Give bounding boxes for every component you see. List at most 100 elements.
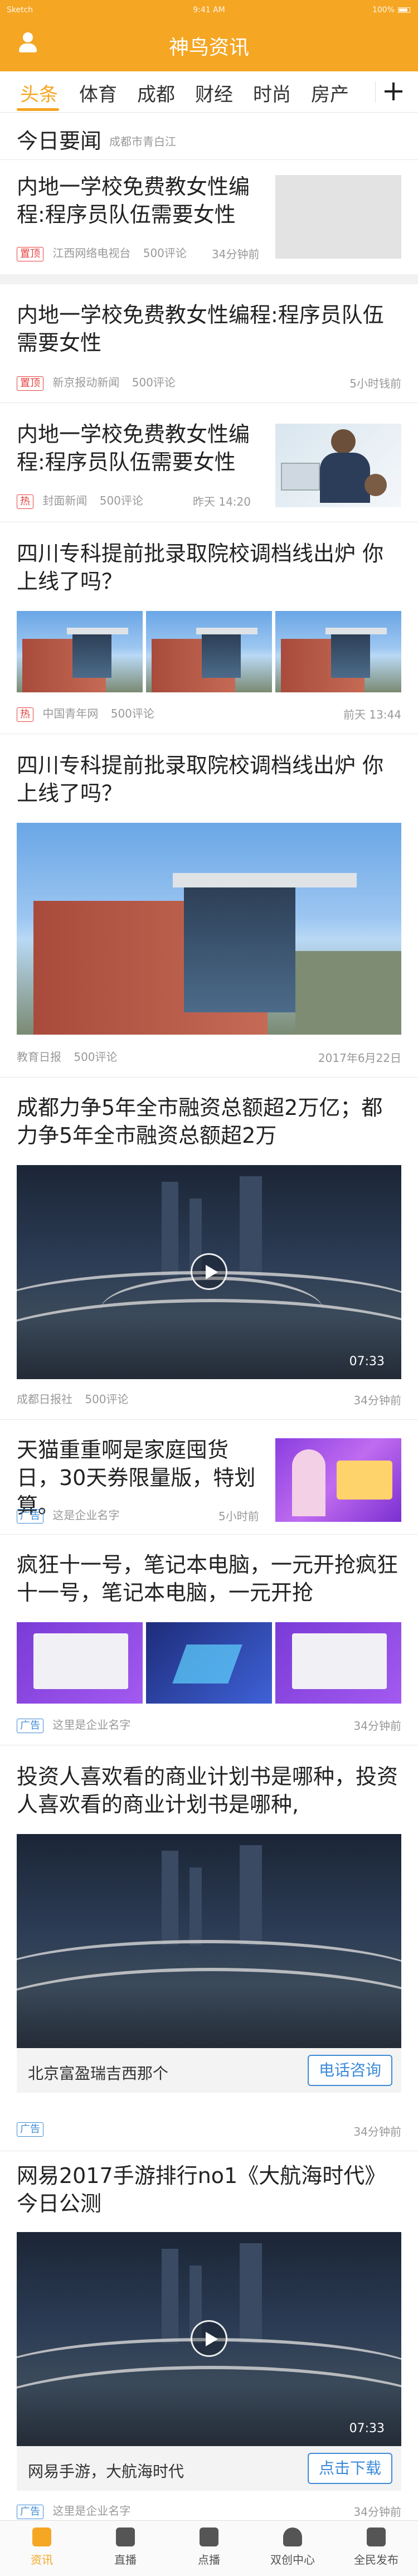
tab-headline[interactable]: 头条 xyxy=(20,79,58,106)
hot-tag: 热 xyxy=(17,494,33,509)
tab-divider xyxy=(375,81,376,103)
article-meta: 置顶 江西网络电视台 500评论 xyxy=(17,244,187,261)
article-image[interactable] xyxy=(146,611,272,692)
location-label: 成都市青白江 xyxy=(109,135,176,148)
article-title[interactable]: 疯狂十一号，笔记本电脑，一元开抢疯狂十一号，笔记本电脑，一元开抢 xyxy=(17,1551,401,1607)
article-comments: 500评论 xyxy=(110,707,154,720)
article-time: 34分钟前 xyxy=(353,1394,401,1407)
ad-tag: 广告 xyxy=(17,2122,43,2137)
call-button[interactable]: 电话咨询 xyxy=(307,2055,392,2086)
download-button[interactable]: 点击下载 xyxy=(307,2453,392,2484)
divider xyxy=(0,402,418,403)
article-title[interactable]: 内地一学校免费教女性编程:程序员队伍需要女性 xyxy=(17,301,401,357)
ad-advertiser: 网易手游，大航海时代 xyxy=(28,2462,184,2481)
channel-tabs: 头条 体育 成都 财经 时尚 房产 xyxy=(0,71,418,113)
article-title[interactable]: 四川专科提前批录取院校调档线出炉 你上线了吗？ xyxy=(17,540,401,595)
bottom-nav: 资讯 直播 点播 双创中心 全民发布 xyxy=(0,2520,418,2576)
clock: 9:41 AM xyxy=(193,6,225,14)
article-meta: 广告 xyxy=(17,2122,43,2137)
article-meta: 热 中国青年网 500评论 xyxy=(17,705,154,722)
article-source: 封面新闻 xyxy=(42,494,88,507)
article-meta: 成都日报社 500评论 xyxy=(17,1390,129,1406)
nav-innovation[interactable]: 双创中心 xyxy=(251,2528,334,2567)
ad-image[interactable] xyxy=(17,1834,401,2048)
ad-tag: 广告 xyxy=(17,1509,43,1524)
status-bar: Sketch 9:41 AM 100% xyxy=(0,0,418,22)
battery-status: 100% xyxy=(372,6,410,14)
article-meta: 热 封面新闻 500评论 xyxy=(17,492,143,509)
article-time: 2017年6月22日 xyxy=(318,1051,401,1065)
article-title[interactable]: 内地一学校免费教女性编程:程序员队伍需要女性 xyxy=(17,420,262,476)
article-comments: 500评论 xyxy=(143,246,187,260)
video-thumbnail[interactable]: 07:33 xyxy=(17,1165,401,1379)
article-time: 34分钟前 xyxy=(212,248,260,261)
divider xyxy=(0,1419,418,1420)
play-icon[interactable] xyxy=(191,1253,227,1290)
article-title[interactable]: 网易2017手游排行no1《大航海时代》今日公测 xyxy=(17,2162,401,2218)
tab-fashion[interactable]: 时尚 xyxy=(253,79,291,106)
ad-tag: 广告 xyxy=(17,2505,43,2519)
article-title[interactable]: 成都力争5年全市融资总额超2万亿；都力争5年全市融资总额超2万 xyxy=(17,1094,401,1149)
article-source: 教育日报 xyxy=(17,1050,61,1064)
ad-tag: 广告 xyxy=(17,1719,43,1733)
edit-icon xyxy=(367,2528,386,2546)
app-header: Sketch 9:41 AM 100% 神鸟资讯 xyxy=(0,0,418,71)
play-icon[interactable] xyxy=(191,2320,227,2357)
article-source: 新京报动新闻 xyxy=(52,376,120,389)
article-comments: 500评论 xyxy=(99,494,143,507)
play-icon xyxy=(200,2528,218,2546)
ad-image[interactable] xyxy=(146,1622,272,1704)
ad-action-bar: 北京富盈瑞吉西那个 电话咨询 xyxy=(17,2048,401,2093)
pinned-tag: 置顶 xyxy=(17,376,43,391)
article-comments: 500评论 xyxy=(85,1393,129,1406)
tab-sports[interactable]: 体育 xyxy=(79,79,117,106)
article-time: 34分钟前 xyxy=(353,2505,401,2519)
video-thumbnail[interactable]: 07:33 xyxy=(17,2232,401,2446)
article-time: 34分钟前 xyxy=(353,1719,401,1733)
article-comments: 500评论 xyxy=(132,376,176,389)
article-title[interactable]: 投资人喜欢看的商业计划书是哪种，投资人喜欢看的商业计划书是哪种, xyxy=(17,1763,401,1818)
article-comments: 500评论 xyxy=(74,1050,118,1064)
article-time: 34分钟前 xyxy=(353,2125,401,2138)
divider xyxy=(0,1077,418,1078)
article-title[interactable]: 内地一学校免费教女性编程:程序员队伍需要女性 xyxy=(17,173,262,229)
video-duration: 07:33 xyxy=(349,1355,385,1369)
tab-realestate[interactable]: 房产 xyxy=(311,79,349,106)
article-time: 5小时前 xyxy=(218,1510,259,1523)
live-icon xyxy=(116,2528,135,2546)
article-image[interactable] xyxy=(275,611,401,692)
tab-finance[interactable]: 财经 xyxy=(195,79,233,106)
active-tab-indicator xyxy=(17,108,59,111)
article-source: 成都日报社 xyxy=(17,1393,72,1406)
add-channel-icon[interactable] xyxy=(383,81,404,101)
section-title: 今日要闻 xyxy=(17,129,102,153)
article-image[interactable] xyxy=(17,611,143,692)
news-icon xyxy=(32,2528,51,2546)
article-title[interactable]: 四川专科提前批录取院校调档线出炉 你上线了吗？ xyxy=(17,751,401,807)
video-duration: 07:33 xyxy=(349,2422,385,2436)
ad-thumbnail[interactable] xyxy=(275,1438,401,1522)
article-thumbnail[interactable] xyxy=(275,175,401,259)
ad-image[interactable] xyxy=(17,1622,143,1704)
pinned-tag: 置顶 xyxy=(17,247,43,261)
divider xyxy=(0,159,418,160)
nav-publish[interactable]: 全民发布 xyxy=(334,2528,418,2567)
bulb-icon xyxy=(283,2528,302,2546)
article-meta: 置顶 新京报动新闻 500评论 xyxy=(17,373,176,391)
nav-live[interactable]: 直播 xyxy=(84,2528,167,2567)
article-time: 5小时钱前 xyxy=(349,377,401,390)
tab-chengdu[interactable]: 成都 xyxy=(137,79,175,106)
article-thumbnail[interactable] xyxy=(275,424,401,507)
article-source: 中国青年网 xyxy=(42,707,99,720)
article-time: 前天 13:44 xyxy=(343,708,401,721)
nav-news[interactable]: 资讯 xyxy=(0,2528,84,2567)
battery-icon xyxy=(398,7,410,13)
article-image[interactable] xyxy=(17,823,401,1035)
app-title: 神鸟资讯 xyxy=(168,36,249,59)
article-meta: 广告 这里是企业名字 xyxy=(17,1716,130,1733)
article-source: 这里是企业名字 xyxy=(52,1718,131,1731)
article-meta: 广告 这里是企业名字 xyxy=(17,2502,130,2519)
nav-vod[interactable]: 点播 xyxy=(167,2528,251,2567)
ad-image[interactable] xyxy=(275,1622,401,1704)
article-meta: 教育日报 500评论 xyxy=(17,1048,118,1064)
